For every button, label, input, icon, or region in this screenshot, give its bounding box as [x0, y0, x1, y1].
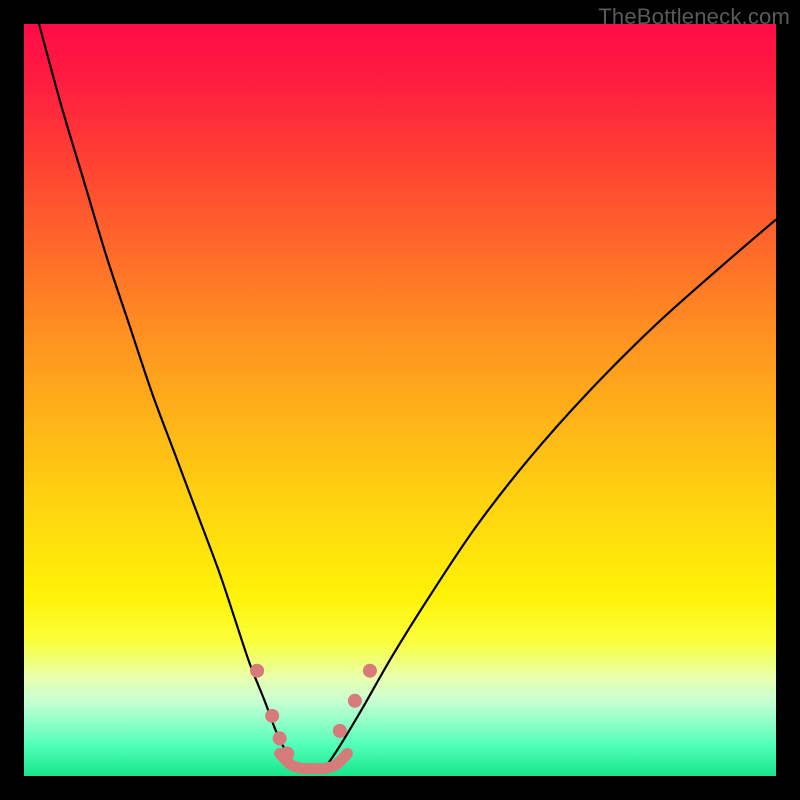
marker-dot [333, 724, 347, 738]
marker-dot [363, 664, 377, 678]
chart-frame: TheBottleneck.com [0, 0, 800, 800]
marker-dot [265, 709, 279, 723]
left-curve [39, 24, 298, 768]
chart-svg [24, 24, 776, 776]
right-curve [325, 220, 776, 769]
left-marker-dots [250, 664, 294, 761]
marker-dot [273, 731, 287, 745]
marker-dot [348, 694, 362, 708]
marker-dot [280, 746, 294, 760]
right-marker-dots [333, 664, 377, 738]
watermark-text: TheBottleneck.com [598, 4, 790, 30]
marker-dot [250, 664, 264, 678]
